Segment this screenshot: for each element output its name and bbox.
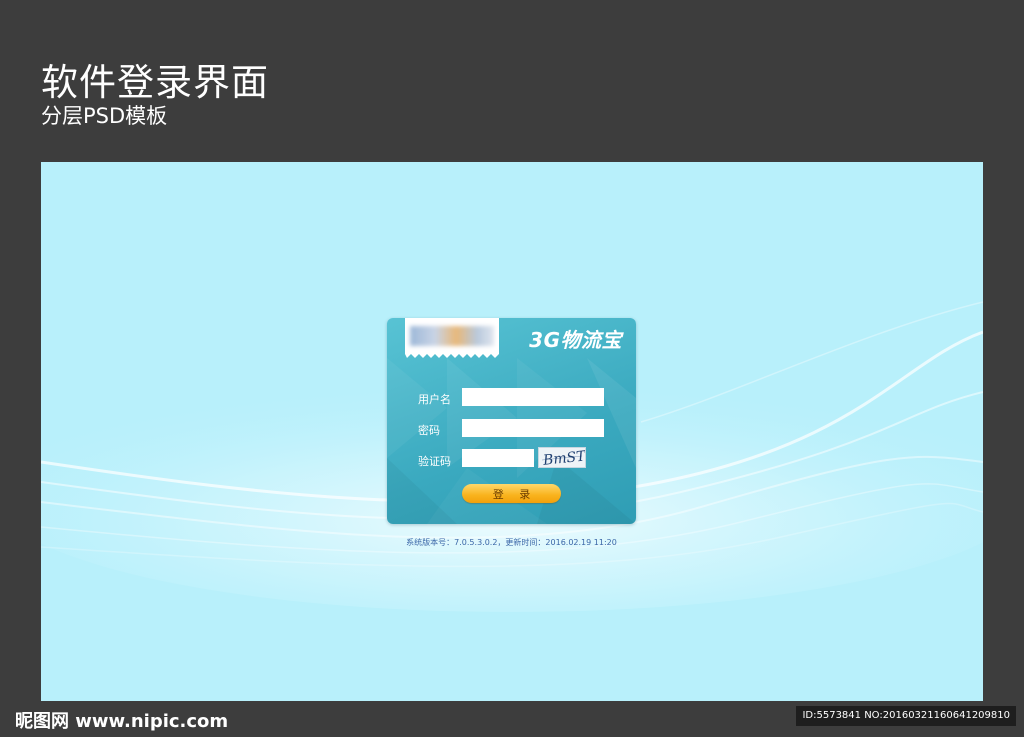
- page-title: 软件登录界面: [41, 61, 269, 104]
- username-input[interactable]: [462, 388, 604, 406]
- login-button[interactable]: 登 录: [462, 484, 561, 503]
- captcha-label: 验证码: [418, 455, 451, 468]
- username-label: 用户名: [418, 393, 451, 406]
- login-panel: 3G物流宝 用户名 密码 验证码 BmST 登 录: [387, 318, 636, 524]
- password-label: 密码: [418, 424, 440, 437]
- captcha-text: BmST: [541, 448, 585, 467]
- company-logo: [405, 318, 499, 358]
- page-subtitle: 分层PSD模板: [41, 104, 168, 128]
- watermark-logo: 昵图网 www.nipic.com: [15, 711, 229, 732]
- captcha-image[interactable]: BmST: [538, 447, 588, 469]
- app-name: 3G物流宝: [529, 328, 622, 352]
- blurred-logo-image: [410, 326, 494, 346]
- ticket-zigzag-edge: [405, 352, 499, 358]
- captcha-glyphs: BmST: [541, 448, 588, 469]
- login-screen-canvas: 3G物流宝 用户名 密码 验证码 BmST 登 录 系统版本号：7.0.5.3.…: [41, 162, 983, 701]
- captcha-input[interactable]: [462, 449, 534, 467]
- version-info: 系统版本号：7.0.5.3.0.2，更新时间：2016.02.19 11:20: [406, 538, 617, 547]
- image-id-label: ID:5573841 NO:20160321160641209810: [796, 706, 1016, 726]
- password-input[interactable]: [462, 419, 604, 437]
